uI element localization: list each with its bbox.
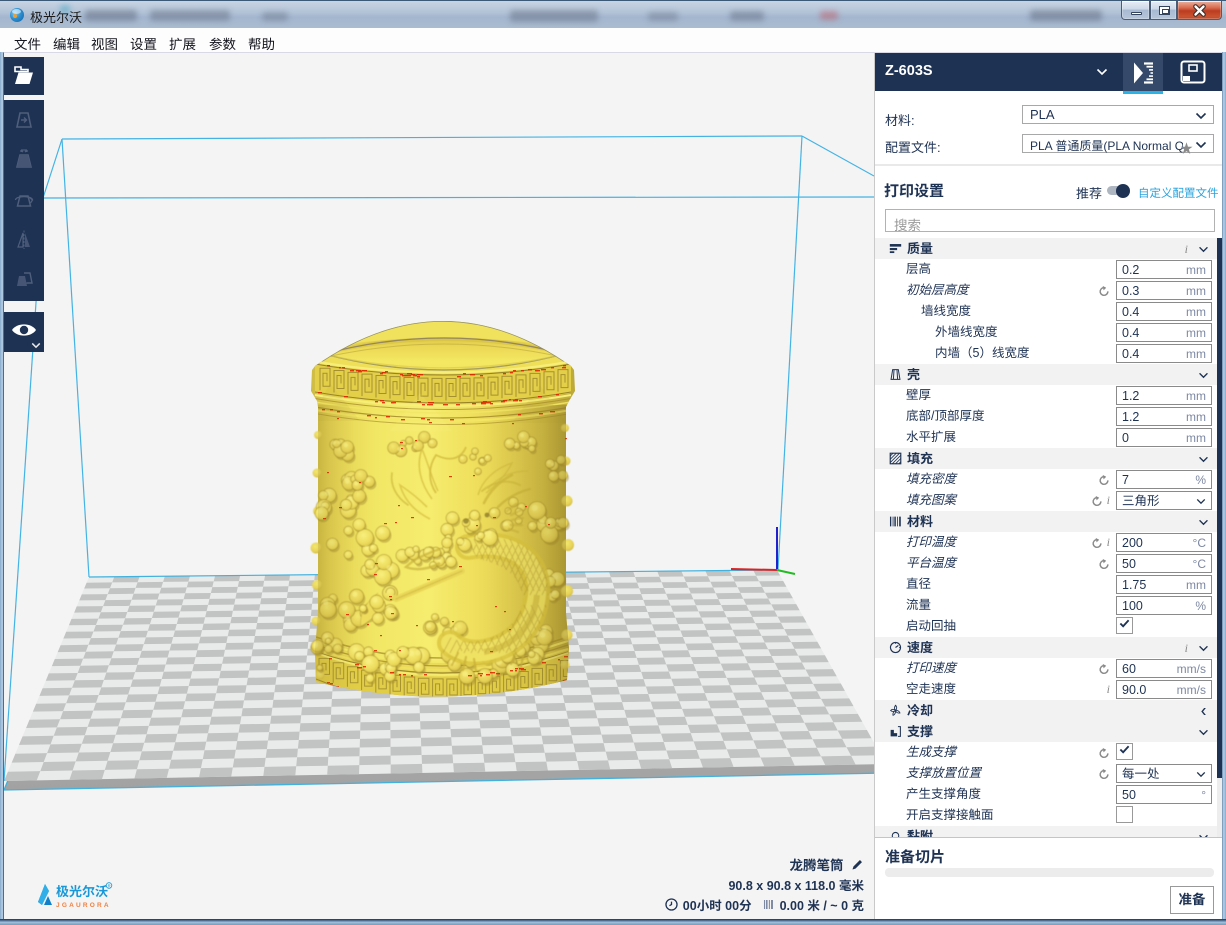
- svg-text:极光尔沃: 极光尔沃: [56, 881, 108, 900]
- svg-text:JGAURORA: JGAURORA: [56, 902, 111, 909]
- svg-text:R: R: [108, 883, 111, 888]
